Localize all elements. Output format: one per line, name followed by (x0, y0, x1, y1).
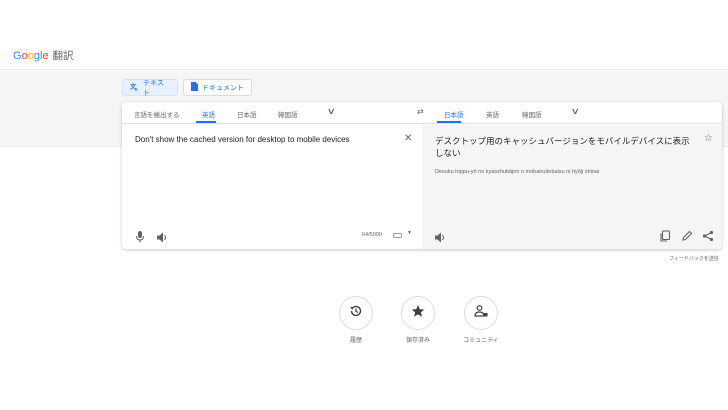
translated-text: デスクトップ用のキャッシュバージョンをモバイルデバイスに表示しない (435, 136, 690, 158)
product-name: 翻訳 (52, 50, 74, 62)
text-mode-button[interactable]: 文A テキスト (122, 79, 178, 97)
app-header: Google 翻訳 (0, 38, 728, 70)
chevron-down-icon[interactable]: ▼ (407, 230, 412, 236)
target-active-underline (437, 121, 461, 123)
history-label: 履歴 (349, 338, 362, 344)
document-mode-label: ドキュメント (202, 84, 244, 92)
target-lang-english[interactable]: 英語 (486, 109, 499, 119)
google-translate-logo[interactable]: Google 翻訳 (13, 48, 74, 63)
language-bar: 言語を検出する 英語 日本語 韓国語 ∨ ⇄ 日本語 英語 韓国語 ∨ (122, 102, 722, 124)
speaker-icon[interactable] (435, 230, 447, 243)
star-icon[interactable]: ☆ (704, 133, 713, 144)
target-lang-japanese[interactable]: 日本語 (444, 109, 464, 119)
source-lang-korean[interactable]: 韓国語 (278, 109, 298, 119)
history-circle[interactable] (339, 296, 373, 330)
source-text-input[interactable]: Don't show the cached version for deskto… (135, 135, 350, 144)
source-lang-english[interactable]: 英語 (202, 109, 215, 119)
chevron-down-icon[interactable]: ∨ (571, 106, 580, 117)
translate-icon: 文A (130, 81, 139, 93)
send-feedback-link[interactable]: フィードバックを送信 (669, 255, 719, 262)
history-icon (349, 304, 363, 323)
logo-letter: e (42, 50, 49, 62)
character-count: 64/5000 (362, 232, 382, 238)
svg-text:A: A (135, 87, 139, 91)
community-icon (474, 304, 488, 323)
source-lang-japanese[interactable]: 日本語 (237, 109, 257, 119)
history-button[interactable]: 履歴 (326, 296, 386, 344)
close-icon[interactable]: ✕ (404, 133, 412, 144)
community-label: コミュニティ (463, 338, 499, 344)
saved-label: 保存済み (405, 338, 430, 344)
community-circle[interactable] (464, 296, 498, 330)
source-active-underline (196, 121, 216, 123)
logo-letter: G (13, 50, 22, 62)
speaker-icon[interactable] (157, 230, 169, 243)
chevron-down-icon[interactable]: ∨ (327, 106, 336, 117)
romanization-text: Desuku toppu-yō no kyasshubājon o mobair… (435, 169, 600, 175)
saved-circle[interactable] (401, 296, 435, 330)
copy-icon[interactable] (659, 229, 671, 242)
share-icon[interactable] (702, 229, 714, 242)
keyboard-icon[interactable] (393, 233, 402, 238)
target-lang-korean[interactable]: 韓国語 (522, 109, 542, 119)
document-icon (191, 82, 198, 93)
saved-star-icon (411, 304, 425, 323)
document-mode-button[interactable]: ドキュメント (183, 79, 252, 96)
source-lang-detect[interactable]: 言語を検出する (134, 109, 180, 119)
edit-icon[interactable] (681, 229, 693, 241)
swap-icon[interactable]: ⇄ (417, 107, 424, 116)
text-mode-label: テキスト (143, 79, 164, 97)
microphone-icon[interactable] (135, 230, 145, 243)
translation-card: 言語を検出する 英語 日本語 韓国語 ∨ ⇄ 日本語 英語 韓国語 ∨ Don'… (122, 102, 722, 249)
saved-button[interactable]: 保存済み (388, 296, 448, 344)
community-button[interactable]: コミュニティ (451, 296, 511, 344)
